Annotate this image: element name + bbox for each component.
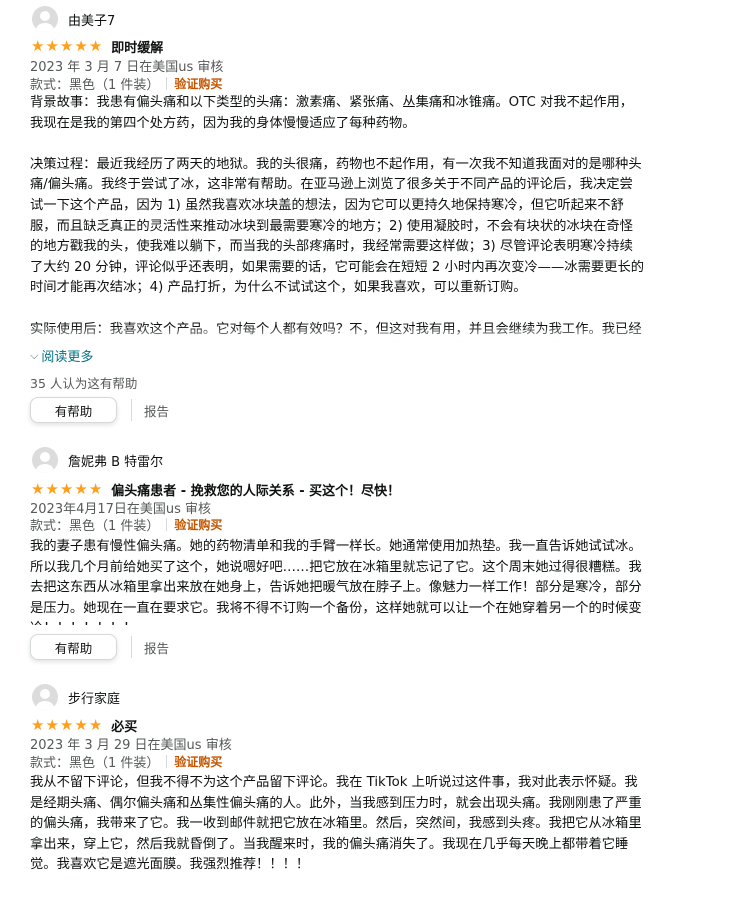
text-fade	[30, 326, 650, 346]
review-title[interactable]: 即时缓解	[111, 37, 163, 56]
user-silhouette-icon	[36, 11, 54, 32]
divider	[166, 518, 168, 531]
variant-label[interactable]: 款式：黑色（1 件装）	[30, 515, 159, 534]
divider	[131, 636, 132, 658]
verified-purchase-badge: 验证购买	[174, 77, 223, 91]
review-date: 2023 年 3 月 29 日在美国us 审核	[30, 738, 232, 753]
star-icon: ★	[31, 716, 45, 734]
review-body: 背景故事：我患有偏头痛和以下类型的头痛：激素痛、紧张痛、丛集痛和冰锥痛。OTC …	[30, 95, 645, 337]
reviewer-name: 由美子7	[68, 13, 116, 29]
rating-row[interactable]: ★ ★ ★ ★ ★ 偏头痛患者 - 挽救您的人际关系 - 买这个！尽快！	[31, 480, 400, 500]
star-icon: ★	[45, 480, 59, 498]
divider	[131, 399, 132, 421]
divider	[166, 755, 168, 768]
avatar	[32, 684, 58, 710]
reviewer-profile[interactable]: 由美子7	[32, 6, 115, 32]
variant-line: 款式：黑色（1 件装） 验证购买	[30, 515, 222, 534]
reviewer-name: 詹妮弗 B 特雷尔	[68, 454, 164, 470]
read-more-label: 阅读更多	[41, 350, 94, 365]
star-icon: ★	[88, 716, 103, 734]
chevron-down-icon: ⌵	[30, 348, 39, 362]
star-icon: ★	[74, 716, 88, 734]
rating-row[interactable]: ★ ★ ★ ★ ★ 即时缓解	[31, 37, 163, 57]
review-title[interactable]: 必买	[111, 716, 137, 735]
star-icon: ★	[59, 37, 74, 55]
helpful-count: 35 人认为这有帮助	[30, 376, 138, 391]
review-body: 我从不留下评论，但我不得不为这个产品留下评论。我在 TikTok 上听说过这件事…	[30, 775, 642, 873]
avatar	[32, 447, 58, 473]
star-icon: ★	[45, 716, 59, 734]
review-date: 2023 年 3 月 7 日在美国us 审核	[30, 60, 224, 75]
verified-purchase-badge: 验证购买	[174, 755, 223, 769]
star-icon: ★	[74, 480, 88, 498]
user-silhouette-icon	[36, 689, 54, 710]
variant-label[interactable]: 款式：黑色（1 件装）	[30, 752, 159, 771]
verified-purchase-badge: 验证购买	[174, 518, 223, 532]
report-link[interactable]: 报告	[144, 401, 169, 420]
reviewer-name: 步行家庭	[68, 691, 121, 707]
star-rating: ★ ★ ★ ★ ★	[31, 718, 102, 733]
star-rating: ★ ★ ★ ★ ★	[31, 482, 102, 497]
star-icon: ★	[59, 480, 74, 498]
variant-line: 款式：黑色（1 件装） 验证购买	[30, 752, 222, 771]
avatar	[32, 6, 58, 32]
report-link[interactable]: 报告	[144, 638, 169, 657]
review-title[interactable]: 偏头痛患者 - 挽救您的人际关系 - 买这个！尽快！	[111, 480, 400, 499]
review-actions: 有帮助 报告	[30, 397, 169, 423]
star-icon: ★	[88, 37, 103, 55]
helpful-button[interactable]: 有帮助	[30, 397, 117, 423]
reviewer-profile[interactable]: 詹妮弗 B 特雷尔	[32, 447, 163, 473]
star-icon: ★	[31, 37, 45, 55]
star-icon: ★	[59, 716, 74, 734]
star-icon: ★	[45, 37, 59, 55]
star-icon: ★	[31, 480, 45, 498]
variant-line: 款式：黑色（1 件装） 验证购买	[30, 74, 222, 93]
review-body: 我的妻子患有慢性偏头痛。她的药物清单和我的手臂一样长。她通常使用加热垫。我一直告…	[30, 539, 642, 625]
star-rating: ★ ★ ★ ★ ★	[31, 39, 102, 54]
helpful-button[interactable]: 有帮助	[30, 634, 117, 660]
rating-row[interactable]: ★ ★ ★ ★ ★ 必买	[31, 716, 137, 736]
reviewer-profile[interactable]: 步行家庭	[32, 684, 120, 710]
star-icon: ★	[88, 480, 103, 498]
user-silhouette-icon	[36, 452, 54, 473]
read-more-link[interactable]: ⌵ 阅读更多	[30, 346, 94, 366]
divider	[166, 77, 168, 90]
review-actions: 有帮助 报告	[30, 634, 169, 660]
variant-label[interactable]: 款式：黑色（1 件装）	[30, 74, 159, 93]
star-icon: ★	[74, 37, 88, 55]
